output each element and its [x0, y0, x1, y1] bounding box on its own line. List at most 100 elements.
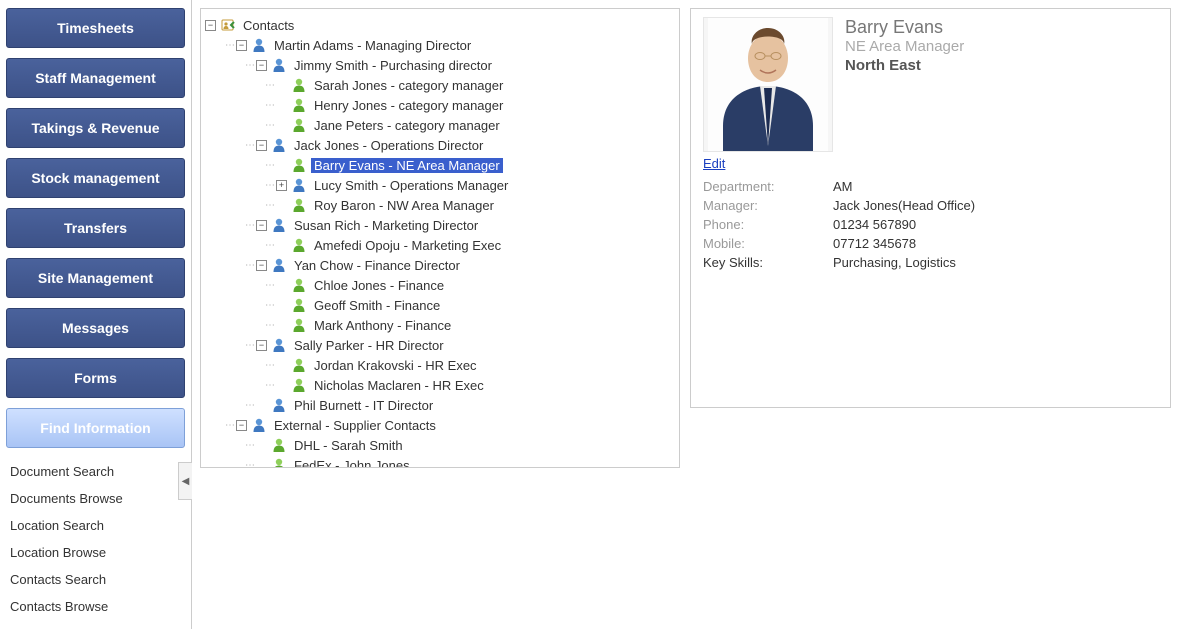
sidebar-item-document-search[interactable]: Document Search [6, 458, 185, 485]
tree-connector: ⋯ [265, 100, 274, 111]
contacts-tree-panel: −Contacts⋯−Martin Adams - Managing Direc… [200, 8, 680, 468]
nav-button-staff-management[interactable]: Staff Management [6, 58, 185, 98]
sidebar-collapse-handle[interactable]: ◀ [178, 462, 192, 500]
tree-node-label[interactable]: Henry Jones - category manager [311, 98, 506, 113]
tree-spacer [276, 280, 287, 291]
tree-node-label[interactable]: Geoff Smith - Finance [311, 298, 443, 313]
tree-connector: ⋯ [245, 60, 254, 71]
person-green-icon [291, 377, 307, 393]
tree-connector: ⋯ [265, 320, 274, 331]
person-blue-icon [271, 137, 287, 153]
collapse-icon[interactable]: − [256, 60, 267, 71]
detail-value: 07712 345678 [833, 236, 916, 251]
person-green-icon [291, 237, 307, 253]
tree-node-label[interactable]: Sarah Jones - category manager [311, 78, 506, 93]
tree-node-label[interactable]: Lucy Smith - Operations Manager [311, 178, 511, 193]
detail-value: 01234 567890 [833, 217, 916, 232]
tree-connector: ⋯ [245, 260, 254, 271]
contact-region: North East [845, 57, 964, 74]
tree-node-label[interactable]: Sally Parker - HR Director [291, 338, 447, 353]
tree-node-label[interactable]: External - Supplier Contacts [271, 418, 439, 433]
collapse-icon[interactable]: − [236, 420, 247, 431]
tree-node-label[interactable]: Nicholas Maclaren - HR Exec [311, 378, 487, 393]
sidebar-item-contacts-browse[interactable]: Contacts Browse [6, 593, 185, 620]
tree-connector: ⋯ [265, 380, 274, 391]
sidebar-item-location-search[interactable]: Location Search [6, 512, 185, 539]
tree-spacer [276, 80, 287, 91]
tree-connector: ⋯ [265, 200, 274, 211]
detail-row: Phone:01234 567890 [703, 215, 1158, 234]
tree-node-label[interactable]: Amefedi Opoju - Marketing Exec [311, 238, 504, 253]
nav-button-timesheets[interactable]: Timesheets [6, 8, 185, 48]
tree-node-label[interactable]: Jack Jones - Operations Director [291, 138, 486, 153]
tree-node-label[interactable]: Jimmy Smith - Purchasing director [291, 58, 495, 73]
person-green-icon [271, 437, 287, 453]
tree-connector: ⋯ [225, 420, 234, 431]
tree-node-label[interactable]: Jane Peters - category manager [311, 118, 503, 133]
tree-spacer [276, 120, 287, 131]
tree-node-label[interactable]: Yan Chow - Finance Director [291, 258, 463, 273]
nav-button-transfers[interactable]: Transfers [6, 208, 185, 248]
tree-node-label[interactable]: Chloe Jones - Finance [311, 278, 447, 293]
tree-node-label[interactable]: FedEx - John Jones [291, 458, 413, 469]
person-green-icon [271, 457, 287, 468]
tree-node-label[interactable]: Mark Anthony - Finance [311, 318, 454, 333]
sidebar-item-documents-browse[interactable]: Documents Browse [6, 485, 185, 512]
sidebar-item-location-browse[interactable]: Location Browse [6, 539, 185, 566]
collapse-icon[interactable]: − [236, 40, 247, 51]
tree-spacer [276, 360, 287, 371]
person-blue-icon [271, 397, 287, 413]
tree-spacer [276, 160, 287, 171]
edit-link[interactable]: Edit [703, 156, 725, 171]
tree-node-label[interactable]: Roy Baron - NW Area Manager [311, 198, 497, 213]
tree-node-label[interactable]: Barry Evans - NE Area Manager [311, 158, 503, 173]
person-green-icon [291, 357, 307, 373]
collapse-icon[interactable]: − [256, 140, 267, 151]
person-blue-icon [271, 337, 287, 353]
collapse-icon[interactable]: − [256, 260, 267, 271]
contact-detail-panel: Barry Evans NE Area Manager North East E… [690, 8, 1171, 408]
tree-node-label[interactable]: DHL - Sarah Smith [291, 438, 406, 453]
nav-button-site-management[interactable]: Site Management [6, 258, 185, 298]
person-blue-icon [251, 417, 267, 433]
tree-connector: ⋯ [245, 340, 254, 351]
nav-button-find-information[interactable]: Find Information [6, 408, 185, 448]
tree-connector: ⋯ [245, 440, 254, 451]
collapse-icon[interactable]: − [256, 340, 267, 351]
main-area: −Contacts⋯−Martin Adams - Managing Direc… [192, 0, 1179, 629]
tree-connector: ⋯ [245, 400, 254, 411]
detail-label: Department: [703, 179, 833, 194]
expand-icon[interactable]: + [276, 180, 287, 191]
detail-value: AM [833, 179, 853, 194]
nav-button-forms[interactable]: Forms [6, 358, 185, 398]
nav-button-takings-revenue[interactable]: Takings & Revenue [6, 108, 185, 148]
person-blue-icon [251, 37, 267, 53]
detail-value: Purchasing, Logistics [833, 255, 956, 270]
tree-spacer [256, 400, 267, 411]
detail-row: Key Skills:Purchasing, Logistics [703, 253, 1158, 272]
person-green-icon [291, 197, 307, 213]
collapse-icon[interactable]: − [205, 20, 216, 31]
contact-title: NE Area Manager [845, 38, 964, 55]
tree-connector: ⋯ [245, 220, 254, 231]
detail-row: Department:AM [703, 177, 1158, 196]
sidebar: Timesheets Staff Management Takings & Reve… [0, 0, 192, 629]
tree-connector: ⋯ [245, 140, 254, 151]
tree-root-label[interactable]: Contacts [240, 18, 297, 33]
tree-connector: ⋯ [265, 300, 274, 311]
tree-spacer [276, 380, 287, 391]
person-blue-icon [291, 177, 307, 193]
tree-spacer [276, 240, 287, 251]
tree-node-label[interactable]: Martin Adams - Managing Director [271, 38, 474, 53]
tree-connector: ⋯ [265, 240, 274, 251]
nav-button-stock-management[interactable]: Stock management [6, 158, 185, 198]
detail-row: Manager:Jack Jones(Head Office) [703, 196, 1158, 215]
detail-label: Manager: [703, 198, 833, 213]
tree-connector: ⋯ [265, 160, 274, 171]
tree-node-label[interactable]: Phil Burnett - IT Director [291, 398, 436, 413]
tree-node-label[interactable]: Susan Rich - Marketing Director [291, 218, 481, 233]
sidebar-item-contacts-search[interactable]: Contacts Search [6, 566, 185, 593]
collapse-icon[interactable]: − [256, 220, 267, 231]
tree-node-label[interactable]: Jordan Krakovski - HR Exec [311, 358, 480, 373]
nav-button-messages[interactable]: Messages [6, 308, 185, 348]
